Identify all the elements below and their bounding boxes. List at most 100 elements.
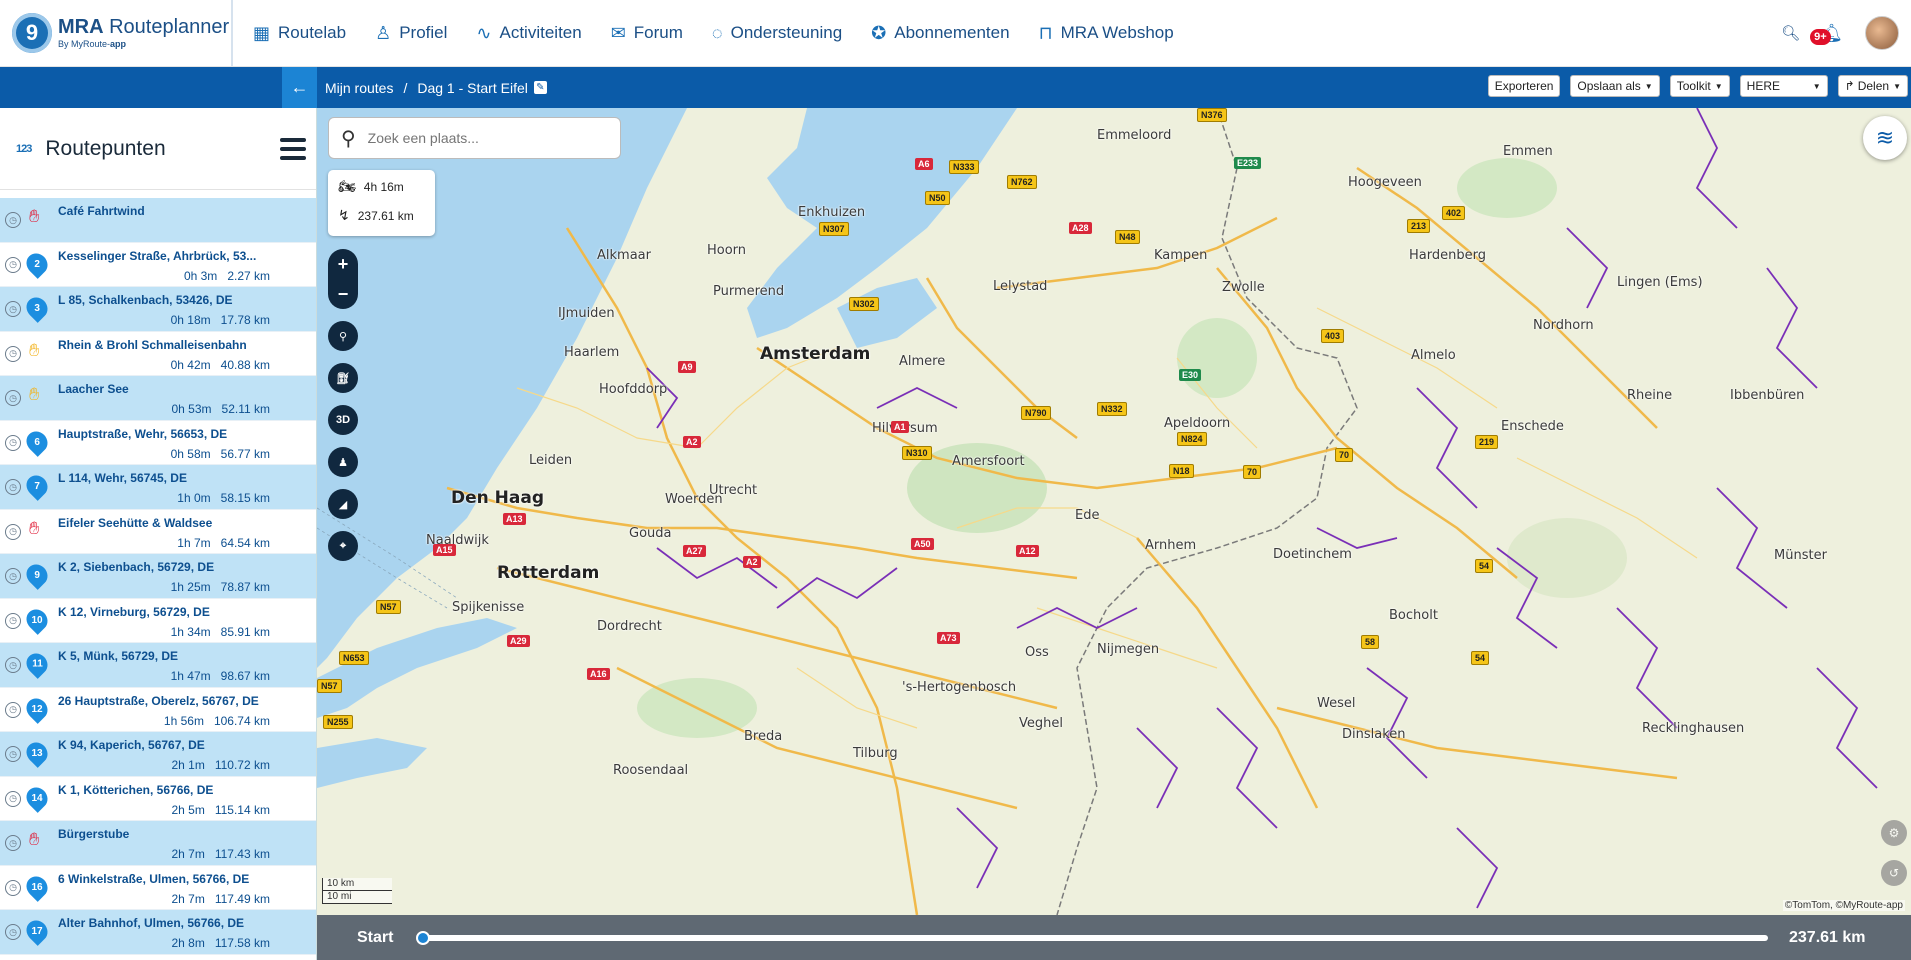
- search-icon[interactable]: 🔍︎: [1781, 24, 1800, 42]
- road-shield: A2: [743, 556, 761, 568]
- clock-icon[interactable]: ◷: [5, 835, 21, 851]
- map-side-button-1[interactable]: ⚙: [1881, 820, 1907, 846]
- collapse-sidebar-button[interactable]: ←: [282, 67, 317, 108]
- routepoint-name: K 5, Münk, 56729, DE: [58, 649, 179, 663]
- user-avatar[interactable]: [1865, 16, 1899, 50]
- nav-activiteiten[interactable]: ∿ Activiteiten: [476, 23, 581, 44]
- road-shield: N307: [819, 222, 849, 236]
- road-shield: 54: [1475, 559, 1494, 573]
- my-location-button[interactable]: ⌖: [328, 531, 358, 561]
- clock-icon[interactable]: ◷: [5, 612, 21, 629]
- street-view-button[interactable]: ♟: [328, 447, 358, 477]
- map-layers-button[interactable]: ≋: [1863, 116, 1907, 160]
- waypoint-marker-icon: 14: [22, 782, 52, 813]
- clock-icon[interactable]: ◷: [5, 301, 21, 317]
- zoom-out-button[interactable]: −: [328, 279, 358, 309]
- fuel-button[interactable]: ⛽︎: [328, 363, 358, 393]
- routepoint-row[interactable]: ◷ 6 Hauptstraße, Wehr, 56653, DE 0h 58m 56.7…: [0, 420, 316, 465]
- route-total-distance: 237.61 km: [1789, 928, 1866, 946]
- zoom-in-button[interactable]: +: [328, 249, 358, 279]
- elevation-profile-button[interactable]: ◢: [328, 489, 358, 519]
- routepoint-meta: 2h 1m 110.72 km: [171, 758, 270, 772]
- routepoint-row[interactable]: ◷ 3 L 85, Schalkenbach, 53426, DE 0h 18m 17.…: [0, 287, 316, 332]
- routepoint-row[interactable]: ◷ 12 26 Hauptstraße, Oberelz, 56767, DE 1h …: [0, 687, 316, 732]
- routepoint-name: K 12, Virneburg, 56729, DE: [58, 604, 210, 619]
- breadcrumb-my-routes[interactable]: Mijn routes: [325, 80, 393, 96]
- routepoint-row[interactable]: ◷ ✋︎ Rhein & Brohl Schmalleisenbahn 0h 42m 4…: [0, 331, 316, 376]
- routepoint-row[interactable]: ◷ 10 K 12, Virneburg, 56729, DE 1h 34m 85.91…: [0, 598, 316, 643]
- clock-icon[interactable]: ◷: [5, 479, 21, 495]
- map-city-label: Emmeloord: [1097, 128, 1172, 143]
- map-city-label: Alkmaar: [597, 248, 651, 263]
- road-shield: N302: [849, 297, 879, 311]
- waypoint-marker-icon: 16: [22, 871, 52, 902]
- routepoint-row[interactable]: ◷ 16 6 Winkelstraße, Ulmen, 56766, DE 2h 7m…: [0, 865, 316, 910]
- routepoint-meta: 1h 7m 64.54 km: [177, 536, 270, 550]
- edit-route-name-icon[interactable]: ✎: [533, 81, 547, 94]
- routepoint-row[interactable]: ◷ ✋︎ Bürgerstube 2h 7m 117.43 km: [0, 821, 316, 866]
- clock-icon[interactable]: ◷: [5, 746, 21, 762]
- map-side-button-2[interactable]: ↺: [1881, 860, 1907, 886]
- clock-icon[interactable]: ◷: [5, 657, 21, 673]
- map-background: [317, 108, 1878, 915]
- route-distance-icon: ↯: [338, 207, 350, 223]
- road-shield: N824: [1177, 432, 1207, 446]
- clock-icon[interactable]: ◷: [5, 434, 21, 451]
- export-button[interactable]: Exporteren: [1487, 75, 1561, 97]
- routepoint-distance: 2.27 km: [227, 268, 270, 283]
- clock-icon[interactable]: ◷: [5, 790, 21, 807]
- routepoint-time: 1h 0m: [177, 491, 211, 505]
- clock-icon[interactable]: ◷: [5, 523, 21, 540]
- routepoint-row[interactable]: ◷ ✋︎ Laacher See 0h 53m 52.11 km: [0, 376, 316, 421]
- place-search-input[interactable]: [367, 130, 588, 146]
- routepoint-row[interactable]: ◷ 11 K 5, Münk, 56729, DE 1h 47m 98.67 km: [0, 643, 316, 688]
- 3d-view-button[interactable]: 3D: [328, 405, 358, 435]
- routepoint-distance: 64.54 km: [220, 535, 270, 550]
- routepoint-time: 0h 3m: [183, 268, 218, 283]
- routing-engine-select[interactable]: HERE ▼: [1739, 75, 1828, 97]
- brand-logo-area[interactable]: 9 MRA Routeplanner By MyRoute-app: [0, 0, 233, 66]
- clock-icon[interactable]: ◷: [5, 256, 21, 273]
- add-waypoint-button[interactable]: ⚲: [328, 321, 358, 351]
- routepoint-row[interactable]: ◷ 17 Alter Bahnhof, Ulmen, 56766, DE 2h 8m 1…: [0, 910, 316, 955]
- clock-icon[interactable]: ◷: [5, 390, 21, 406]
- map-city-label: Enschede: [1501, 419, 1564, 434]
- routepoint-row[interactable]: ◷ 7 L 114, Wehr, 56745, DE 1h 0m 58.15 km: [0, 465, 316, 510]
- nav-profiel[interactable]: ♙ Profiel: [375, 23, 447, 44]
- routepoint-row[interactable]: ◷18Burgfrieden, Ulmen, 56766, DE: [0, 954, 316, 960]
- sidebar-menu-icon[interactable]: [280, 137, 306, 160]
- routepoint-row[interactable]: ◷ ✋︎ Eifeler Seehütte & Waldsee 1h 7m 64.54 …: [0, 509, 316, 554]
- nav-routelab[interactable]: ▦ Routelab: [253, 23, 346, 44]
- share-button[interactable]: ↱ Delen ▼: [1837, 75, 1908, 97]
- road-shield: N57: [317, 679, 342, 693]
- routepoint-meta: 2h 7m 117.49 km: [171, 892, 270, 906]
- route-progress-handle[interactable]: [416, 930, 430, 945]
- routepoint-distance: 117.49 km: [214, 891, 270, 906]
- routepoint-row[interactable]: ◷ 2 Kesselinger Straße, Ahrbrück, 53... 0h …: [0, 242, 316, 287]
- routepoint-row[interactable]: ◷ 13 K 94, Kaperich, 56767, DE 2h 1m 110.72 …: [0, 732, 316, 777]
- activity-icon: ∿: [476, 22, 492, 43]
- nav-ondersteuning[interactable]: ◌ Ondersteuning: [712, 23, 842, 44]
- clock-icon[interactable]: ◷: [5, 924, 21, 940]
- route-progress-track[interactable]: [416, 930, 1768, 945]
- road-shield: N762: [1007, 175, 1037, 189]
- nav-forum[interactable]: ✉ Forum: [611, 23, 683, 44]
- save-as-button[interactable]: Opslaan als ▼: [1570, 75, 1660, 97]
- routepoint-name: Rhein & Brohl Schmalleisenbahn: [58, 337, 247, 352]
- clock-icon[interactable]: ◷: [5, 568, 21, 584]
- routepoint-row[interactable]: ◷ 14 K 1, Kötterichen, 56766, DE 2h 5m 115.1…: [0, 776, 316, 821]
- notification-bell-icon[interactable]: 🔔︎ 9+: [1810, 23, 1843, 45]
- clock-icon[interactable]: ◷: [5, 879, 21, 896]
- toolkit-button[interactable]: Toolkit ▼: [1669, 75, 1730, 97]
- routepoint-row[interactable]: ◷ 9 K 2, Siebenbach, 56729, DE 1h 25m 78.87 …: [0, 554, 316, 599]
- chart-icon: ◢: [338, 498, 348, 511]
- clock-icon[interactable]: ◷: [5, 212, 21, 228]
- routepoint-row[interactable]: ◷ ✋︎ Café Fahrtwind: [0, 198, 316, 243]
- nav-mra-webshop[interactable]: ⊓ MRA Webshop: [1039, 23, 1174, 44]
- nav-abonnementen[interactable]: ✪ Abonnementen: [871, 23, 1009, 44]
- routepoint-time: 1h 47m: [170, 669, 211, 683]
- clock-icon[interactable]: ◷: [5, 345, 21, 362]
- map-canvas[interactable]: Amsterdam Den Haag Rotterdam Utrecht Haarlem…: [317, 108, 1911, 915]
- clock-icon[interactable]: ◷: [5, 701, 21, 718]
- routepoint-meta: 2h 8m 117.58 km: [171, 936, 270, 950]
